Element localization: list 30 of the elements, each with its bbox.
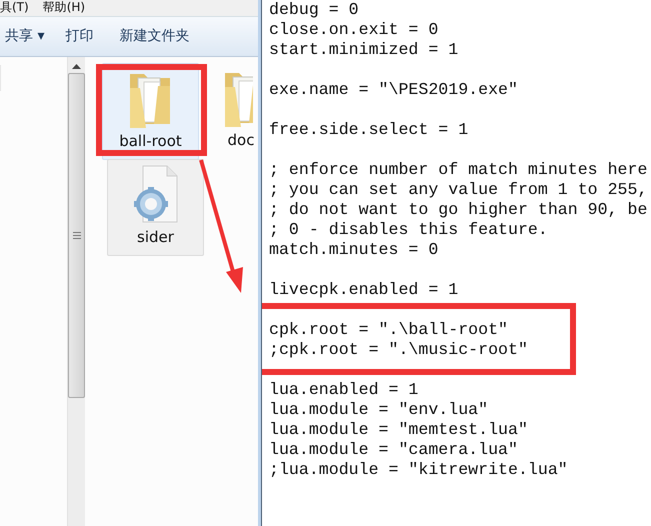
scroll-up-icon[interactable] [72, 63, 81, 69]
text-line: ; do not want to go higher than 90, be [269, 200, 648, 220]
text-line: ;lua.module = "kitrewrite.lua" [269, 460, 569, 480]
file-name[interactable]: ball-root [119, 130, 182, 152]
text-line: ; 0 - disables this feature. [269, 220, 549, 240]
text-line: debug = 0 [269, 0, 360, 20]
menu-item[interactable]: 具(T) [0, 1, 29, 16]
text-line: ;cpk.root = ".\music-root" [269, 340, 529, 360]
text-line: free.side.select = 1 [269, 120, 470, 140]
text-line: lua.module = "memtest.lua" [269, 420, 529, 440]
file-name[interactable]: sider [137, 226, 174, 248]
toolbar-button[interactable]: 共享 ▾ [5, 26, 44, 47]
text-line: match.minutes = 0 [269, 240, 440, 260]
text-line: ; enforce number of match minutes here [269, 160, 648, 180]
text-line: lua.module = "camera.lua" [269, 440, 519, 460]
text-line: lua.module = "env.lua" [269, 400, 490, 420]
file-name[interactable]: doc [228, 129, 254, 152]
toolbar-button[interactable]: 打印 [65, 26, 94, 47]
toolbar-button[interactable]: 新建文件夹 [119, 26, 190, 47]
text-line: livecpk.enabled = 1 [269, 280, 460, 300]
text-line: start.minimized = 1 [269, 40, 460, 60]
menu-item[interactable]: 帮助(H) [42, 1, 86, 16]
file-item[interactable]: sider [107, 159, 204, 256]
text-line: cpk.root = ".\ball-root" [269, 320, 509, 340]
text-line: lua.enabled = 1 [269, 380, 420, 400]
scroll-thumb[interactable] [68, 73, 85, 398]
scrollbar[interactable] [67, 57, 85, 526]
text-line: ; you can set any value from 1 to 255, [269, 180, 648, 200]
text-line: exe.name = "\PES2019.exe" [269, 80, 519, 100]
text-line: close.on.exit = 0 [269, 20, 440, 40]
